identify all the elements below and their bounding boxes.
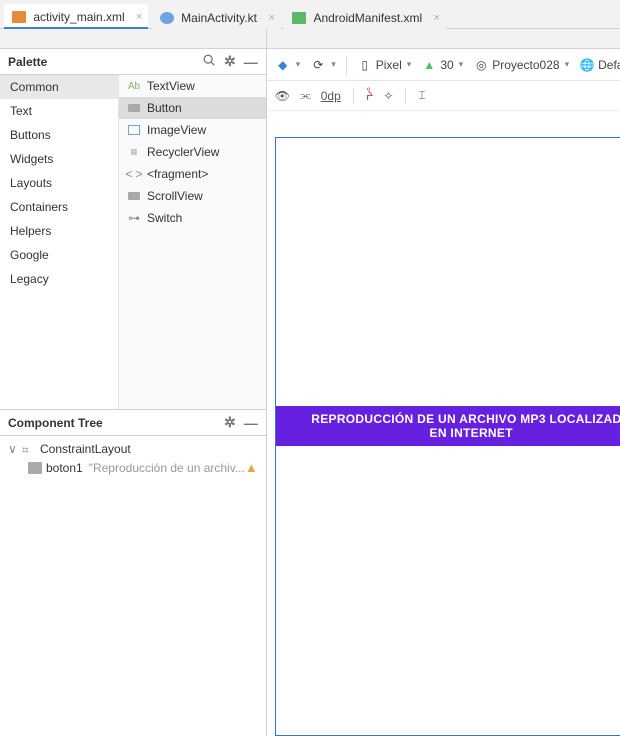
phone-icon: ▯ xyxy=(357,57,373,73)
palette-title: Palette xyxy=(8,55,194,69)
tree-item-name: boton1 xyxy=(46,461,83,475)
guidelines-icon[interactable]: ⌶ xyxy=(418,88,425,103)
minimize-icon[interactable]: — xyxy=(244,54,258,70)
clear-constraints-icon[interactable]: ᔧ xyxy=(366,89,374,103)
imageview-icon xyxy=(127,124,141,136)
tree-item-desc: "Reproducción de un archiv... xyxy=(89,461,245,475)
button-icon xyxy=(127,102,141,114)
locale-select[interactable]: 🌐Default (e xyxy=(579,57,620,73)
orientation-select[interactable]: ⟳ xyxy=(310,57,336,73)
android-icon: ▲ xyxy=(421,57,437,73)
palette-header: Palette ✲ — xyxy=(0,49,266,74)
constraintlayout-icon: ⌗ xyxy=(22,443,36,455)
close-icon[interactable]: × xyxy=(134,11,144,23)
kotlin-icon xyxy=(160,12,174,24)
scrollview-icon xyxy=(127,190,141,202)
surface-select[interactable]: ◆ xyxy=(275,57,301,73)
palette-cat-containers[interactable]: Containers xyxy=(0,195,118,219)
palette-item-textview[interactable]: AbTextView xyxy=(119,75,266,97)
palette-cat-google[interactable]: Google xyxy=(0,243,118,267)
component-tree: ∨ ⌗ ConstraintLayout boton1 "Reproducció… xyxy=(0,436,266,736)
switch-icon: ⊶ xyxy=(127,212,141,224)
xml-icon xyxy=(12,11,26,23)
expand-icon[interactable]: ∨ xyxy=(8,442,22,456)
close-icon[interactable]: × xyxy=(432,12,442,24)
palette-item-fragment[interactable]: < ><fragment> xyxy=(119,163,266,185)
design-canvas[interactable]: REPRODUCCIÓN DE UN ARCHIVO MP3 LOCALIZAD… xyxy=(267,137,620,736)
theme-select[interactable]: ◎Proyecto028 xyxy=(473,57,569,73)
device-select[interactable]: ▯Pixel xyxy=(357,57,412,73)
recyclerview-icon: ≡ xyxy=(127,146,141,158)
minimize-icon[interactable]: — xyxy=(244,415,258,431)
palette-body: Common Text Buttons Widgets Layouts Cont… xyxy=(0,75,266,409)
warning-icon[interactable]: ▲ xyxy=(245,460,258,475)
design-sub-toolbar: 👁 ⫘ 0dp ᔧ ✧ ⌶ xyxy=(267,81,620,111)
manifest-icon xyxy=(292,12,306,24)
search-icon[interactable] xyxy=(202,53,216,70)
palette-item-imageview[interactable]: ImageView xyxy=(119,119,266,141)
palette-item-recyclerview[interactable]: ≡RecyclerView xyxy=(119,141,266,163)
tree-root-constraintlayout[interactable]: ∨ ⌗ ConstraintLayout xyxy=(0,440,266,458)
tab-manifest[interactable]: AndroidManifest.xml × xyxy=(284,5,446,30)
button-icon xyxy=(28,462,42,474)
view-options-icon[interactable]: 👁 xyxy=(275,89,290,103)
tab-label: activity_main.xml xyxy=(33,10,124,24)
component-tree-header: Component Tree ✲ — xyxy=(0,410,266,435)
gear-icon[interactable]: ✲ xyxy=(224,53,236,70)
rotate-icon: ⟳ xyxy=(310,57,326,73)
palette-cat-layouts[interactable]: Layouts xyxy=(0,171,118,195)
tab-label: MainActivity.kt xyxy=(181,11,257,25)
attributes-bar: 🔧 xyxy=(267,111,620,137)
default-margin[interactable]: 0dp xyxy=(321,89,341,103)
design-toolbar: ◆ ⟳ ▯Pixel ▲30 ◎Proyecto028 🌐Default (e xyxy=(267,49,620,81)
gear-icon[interactable]: ✲ xyxy=(224,414,236,431)
palette-cat-helpers[interactable]: Helpers xyxy=(0,219,118,243)
tab-activity-main[interactable]: activity_main.xml × xyxy=(4,4,148,30)
palette-cat-legacy[interactable]: Legacy xyxy=(0,267,118,291)
globe-icon: 🌐 xyxy=(579,57,595,73)
palette-item-switch[interactable]: ⊶Switch xyxy=(119,207,266,229)
component-tree-title: Component Tree xyxy=(8,416,216,430)
textview-icon: Ab xyxy=(127,80,141,92)
layers-icon: ◆ xyxy=(275,57,291,73)
close-icon[interactable]: × xyxy=(266,12,276,24)
editor-tabs: activity_main.xml × MainActivity.kt × An… xyxy=(0,0,620,28)
palette-item-scrollview[interactable]: ScrollView xyxy=(119,185,266,207)
palette-item-button[interactable]: Button xyxy=(119,97,266,119)
spacer xyxy=(0,29,266,49)
autoconnect-icon[interactable]: ⫘ xyxy=(300,88,311,103)
spacer xyxy=(267,29,620,49)
preview-button-boton1[interactable]: REPRODUCCIÓN DE UN ARCHIVO MP3 LOCALIZAD… xyxy=(276,406,620,446)
palette-items: AbTextView Button ImageView ≡RecyclerVie… xyxy=(118,75,266,409)
fragment-icon: < > xyxy=(127,168,141,180)
infer-constraints-icon[interactable]: ✧ xyxy=(383,89,393,103)
api-select[interactable]: ▲30 xyxy=(421,57,463,73)
tree-item-boton1[interactable]: boton1 "Reproducción de un archiv... ▲ xyxy=(0,458,266,477)
tab-label: AndroidManifest.xml xyxy=(313,11,422,25)
palette-categories: Common Text Buttons Widgets Layouts Cont… xyxy=(0,75,118,409)
palette-cat-text[interactable]: Text xyxy=(0,99,118,123)
palette-cat-buttons[interactable]: Buttons xyxy=(0,123,118,147)
tab-main-activity[interactable]: MainActivity.kt × xyxy=(152,5,281,30)
theme-icon: ◎ xyxy=(473,57,489,73)
palette-cat-widgets[interactable]: Widgets xyxy=(0,147,118,171)
palette-cat-common[interactable]: Common xyxy=(0,75,118,99)
device-frame[interactable]: REPRODUCCIÓN DE UN ARCHIVO MP3 LOCALIZAD… xyxy=(275,137,620,736)
